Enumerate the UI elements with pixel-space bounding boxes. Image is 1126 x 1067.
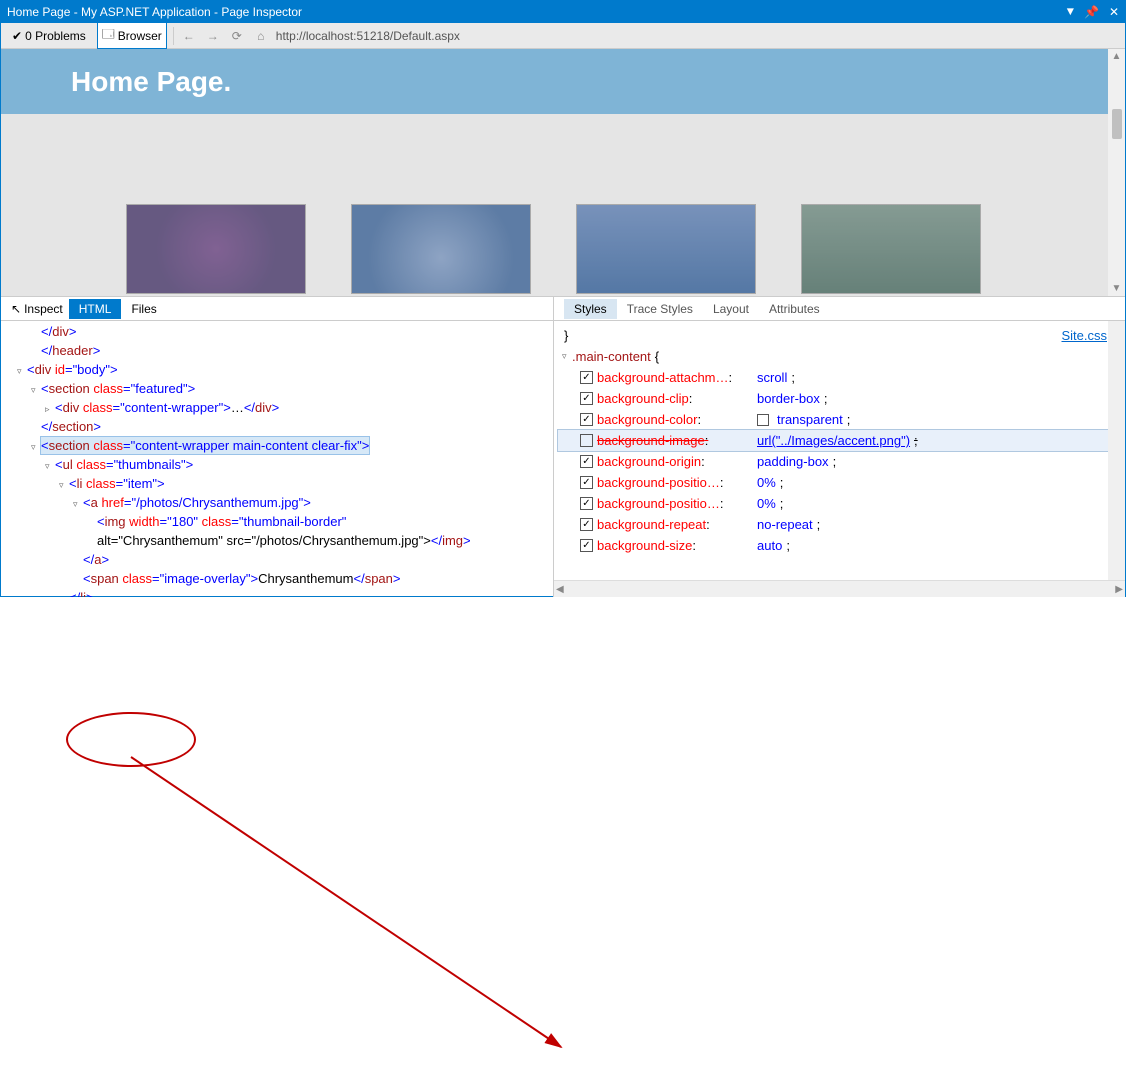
tab-files[interactable]: Files xyxy=(121,299,166,319)
property-checkbox[interactable] xyxy=(580,476,593,489)
inspect-label: Inspect xyxy=(24,302,63,316)
property-checkbox[interactable] xyxy=(580,371,593,384)
styles-panel: Styles Trace Styles Layout Attributes }▿… xyxy=(554,297,1125,597)
preview-scrollbar[interactable]: ▲ ▼ xyxy=(1108,49,1125,296)
html-tree-line[interactable]: ▿<ul class="thumbnails"> xyxy=(9,456,553,475)
tab-html[interactable]: HTML xyxy=(69,299,122,319)
html-tree[interactable]: ▹</div>▹</header>▿<div id="body">▿<secti… xyxy=(1,321,553,597)
css-property-row[interactable]: background-size: auto; xyxy=(558,535,1117,556)
property-checkbox[interactable] xyxy=(580,392,593,405)
inspect-icon: ↖ xyxy=(11,302,21,316)
scroll-right-icon[interactable]: ▶ xyxy=(1115,584,1123,595)
property-checkbox[interactable] xyxy=(580,518,593,531)
html-tree-line[interactable]: ▹</header> xyxy=(9,342,553,361)
window-controls: ▼ 📌 ✕ xyxy=(1067,5,1119,20)
css-property-row[interactable]: background-image: url("../Images/accent.… xyxy=(558,430,1117,451)
thumbnail-image[interactable] xyxy=(576,204,756,294)
check-icon: ✔ xyxy=(12,29,22,43)
scroll-left-icon[interactable]: ◀ xyxy=(556,584,564,595)
css-property-row[interactable]: background-attachm…: scroll; xyxy=(558,367,1117,388)
thumbnail-image[interactable] xyxy=(126,204,306,294)
close-icon[interactable]: ✕ xyxy=(1109,5,1119,20)
source-file-link[interactable]: Site.css xyxy=(1061,325,1107,346)
scroll-down-icon[interactable]: ▼ xyxy=(1112,283,1122,294)
inspect-button[interactable]: ↖ Inspect xyxy=(5,300,69,318)
css-property-row[interactable]: background-color: transparent; xyxy=(558,409,1117,430)
tab-styles[interactable]: Styles xyxy=(564,299,617,319)
styles-vscroll[interactable] xyxy=(1108,321,1125,580)
html-tree-line[interactable]: ▿<a href="/photos/Chrysanthemum.jpg"> xyxy=(9,494,553,513)
nav-forward-button[interactable]: → xyxy=(204,27,222,45)
styles-hscroll[interactable]: ◀ ▶ xyxy=(554,580,1125,597)
html-tree-line[interactable]: ▹<div class="content-wrapper">…</div> xyxy=(9,399,553,418)
browser-button[interactable]: 🗔 Browser xyxy=(97,22,167,49)
tab-trace-styles[interactable]: Trace Styles xyxy=(617,299,703,319)
url-display[interactable]: http://localhost:51218/Default.aspx xyxy=(276,29,460,43)
property-checkbox[interactable] xyxy=(580,539,593,552)
scroll-thumb[interactable] xyxy=(1112,109,1122,139)
tab-layout[interactable]: Layout xyxy=(703,299,759,319)
html-tree-line[interactable]: ▹<img width="180" class="thumbnail-borde… xyxy=(9,513,553,532)
property-checkbox[interactable] xyxy=(580,497,593,510)
right-panel-tabs: Styles Trace Styles Layout Attributes xyxy=(554,297,1125,321)
css-property-row[interactable]: background-positio…: 0%; xyxy=(558,472,1117,493)
browser-label: Browser xyxy=(118,29,162,43)
html-tree-line[interactable]: ▹<span class="image-overlay">Chrysanthem… xyxy=(9,570,553,589)
window-title: Home Page - My ASP.NET Application - Pag… xyxy=(7,5,302,19)
autohide-icon[interactable]: ▼ xyxy=(1067,5,1074,20)
html-tree-line[interactable]: ▿<div id="body"> xyxy=(9,361,553,380)
html-tree-line[interactable]: ▹</div> xyxy=(9,323,553,342)
refresh-button[interactable]: ⟳ xyxy=(228,27,246,45)
problems-button[interactable]: ✔ 0 Problems xyxy=(7,26,91,46)
browser-icon: 🗔 xyxy=(102,25,115,46)
annotation-arrow xyxy=(121,747,581,1067)
thumbnail-image[interactable] xyxy=(351,204,531,294)
scroll-up-icon[interactable]: ▲ xyxy=(1112,51,1122,62)
problems-label: 0 Problems xyxy=(25,29,86,43)
html-panel: ↖ Inspect HTML Files ▹</div>▹</header>▿<… xyxy=(1,297,554,597)
thumbnails-row xyxy=(1,114,1125,294)
tab-attributes[interactable]: Attributes xyxy=(759,299,830,319)
property-checkbox[interactable] xyxy=(580,413,593,426)
html-tree-line[interactable]: ▿<section class="content-wrapper main-co… xyxy=(9,437,553,456)
home-button[interactable]: ⌂ xyxy=(252,27,270,45)
inspector-panels: ↖ Inspect HTML Files ▹</div>▹</header>▿<… xyxy=(1,296,1125,597)
css-property-row[interactable]: background-positio…: 0%; xyxy=(558,493,1117,514)
html-tree-line[interactable]: ▹</a> xyxy=(9,551,553,570)
toolbar: ✔ 0 Problems 🗔 Browser ← → ⟳ ⌂ http://lo… xyxy=(1,23,1125,49)
thumbnail-image[interactable] xyxy=(801,204,981,294)
hero-title: Home Page. xyxy=(71,66,231,98)
titlebar: Home Page - My ASP.NET Application - Pag… xyxy=(1,1,1125,23)
html-tree-line[interactable]: ▹</section> xyxy=(9,418,553,437)
css-property-row[interactable]: background-clip: border-box; xyxy=(558,388,1117,409)
property-checkbox[interactable] xyxy=(580,455,593,468)
html-tree-line[interactable]: ▿<section class="featured"> xyxy=(9,380,553,399)
html-tree-line[interactable]: ▹alt="Chrysanthemum" src="/photos/Chrysa… xyxy=(9,532,553,551)
css-property-row[interactable]: background-repeat: no-repeat; xyxy=(558,514,1117,535)
css-property-row[interactable]: background-origin: padding-box; xyxy=(558,451,1117,472)
hero-banner: Home Page. xyxy=(1,49,1108,114)
html-tree-line[interactable]: ▹</li> xyxy=(9,589,553,597)
left-panel-tabs: ↖ Inspect HTML Files xyxy=(1,297,553,321)
annotation-ellipse xyxy=(66,712,196,767)
property-checkbox[interactable] xyxy=(580,434,593,447)
browser-preview: Home Page. ▲ ▼ xyxy=(1,49,1125,296)
styles-body[interactable]: }▿.main-content {Site.cssbackground-atta… xyxy=(554,321,1125,580)
pin-icon[interactable]: 📌 xyxy=(1084,5,1099,20)
css-selector-line[interactable]: ▿.main-content { xyxy=(558,346,1117,367)
nav-back-button[interactable]: ← xyxy=(180,27,198,45)
html-tree-line[interactable]: ▿<li class="item"> xyxy=(9,475,553,494)
